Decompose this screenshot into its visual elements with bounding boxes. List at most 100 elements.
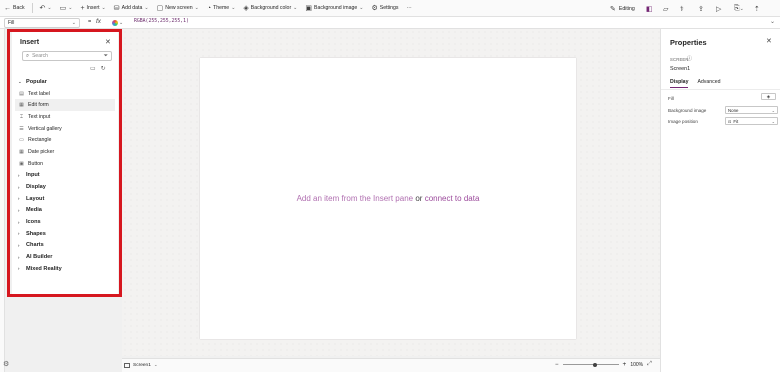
gear-icon[interactable]: ⚙: [3, 360, 9, 368]
status-bar: Screen1 ⌄ − + 100% ⤢: [122, 358, 660, 372]
background-image-label: Background image: [668, 108, 707, 113]
category-label: Charts: [26, 242, 44, 249]
close-icon[interactable]: ✕: [766, 37, 772, 45]
category-charts[interactable]: › Charts: [12, 240, 118, 252]
search-input[interactable]: [32, 53, 101, 59]
insert-pane: Insert ✕ ⌕ ⏷ ▭ ↻ ⌄ Popular ▤ Text label …: [12, 31, 118, 296]
help-icon[interactable]: ⓘ: [687, 55, 692, 62]
fill-color-button[interactable]: ◈: [761, 93, 776, 100]
fit-to-window-icon[interactable]: ⤢: [647, 361, 652, 368]
filter-icon[interactable]: ⏷: [104, 53, 108, 60]
clipboard-icon: ▭: [59, 4, 67, 12]
item-rectangle[interactable]: ▭ Rectangle: [12, 134, 118, 146]
item-date-picker[interactable]: ▦ Date picker: [12, 146, 118, 158]
properties-pane: Properties ✕ SCREEN ⓘ Screen1 Display Ad…: [660, 29, 780, 372]
image-position-value: Fit: [733, 118, 739, 124]
theme-button[interactable]: ◔ Theme ⌄: [203, 0, 240, 17]
equals-sign: =: [88, 19, 92, 25]
close-icon[interactable]: ✕: [105, 38, 111, 46]
plus-icon: +: [80, 4, 85, 12]
chevron-down-icon: ⌄: [739, 5, 744, 12]
divider: [661, 89, 780, 90]
category-label: Shapes: [26, 230, 46, 237]
item-button[interactable]: ▣ Button: [12, 158, 118, 170]
background-image-select[interactable]: None ⌄: [725, 106, 778, 114]
editing-toggle[interactable]: ✎ Editing: [610, 0, 635, 17]
category-input[interactable]: › Input: [12, 170, 118, 182]
background-image-button[interactable]: ▣ Background image ⌄: [301, 0, 367, 17]
zoom-out-button[interactable]: −: [555, 362, 559, 368]
item-text-label[interactable]: ▤ Text label: [12, 88, 118, 100]
item-label: Button: [28, 160, 43, 167]
screen-tab[interactable]: Screen1 ⌄: [124, 362, 158, 368]
tab-advanced[interactable]: Advanced: [697, 79, 720, 88]
chevron-down-icon: ⌄: [771, 107, 775, 113]
background-color-button[interactable]: ◈ Background color ⌄: [239, 0, 301, 17]
gear-icon: ⚙: [371, 4, 378, 12]
item-label: Vertical gallery: [28, 125, 62, 132]
preview-button[interactable]: ▷: [716, 0, 721, 17]
category-popular[interactable]: ⌄ Popular: [12, 76, 118, 88]
fx-icon[interactable]: fx: [96, 18, 101, 25]
health-button[interactable]: ⚕: [680, 0, 684, 17]
screen-tab-label: Screen1: [133, 362, 151, 368]
add-data-button[interactable]: ⛁ Add data ⌄: [110, 0, 153, 17]
chevron-down-icon: ⌄: [771, 118, 775, 124]
zoom-slider-thumb[interactable]: [593, 362, 598, 367]
back-button[interactable]: ← Back: [0, 0, 29, 17]
clipboard-button[interactable]: ▭ ⌄: [56, 0, 77, 17]
search-box[interactable]: ⌕ ⏷: [22, 51, 112, 61]
more-button[interactable]: ···: [403, 0, 416, 17]
screen-canvas[interactable]: Add an item from the Insert pane or conn…: [200, 58, 576, 339]
item-text-input[interactable]: ⌶ Text input: [12, 111, 118, 123]
paint-bucket-icon: ◈: [243, 4, 249, 12]
properties-tabs: Display Advanced: [670, 79, 721, 88]
new-screen-button[interactable]: ▢ New screen ⌄: [153, 0, 203, 17]
publish-button[interactable]: ⇡: [754, 0, 760, 17]
chevron-right-icon: ›: [18, 207, 20, 213]
paint-bucket-icon: ◈: [766, 93, 771, 99]
color-picker[interactable]: ⌄: [112, 19, 128, 27]
refresh-icon[interactable]: ↻: [101, 65, 106, 72]
zoom-in-button[interactable]: +: [623, 361, 627, 368]
category-layout[interactable]: › Layout: [12, 193, 118, 205]
expand-formula-icon[interactable]: ⌄: [770, 18, 775, 25]
chevron-right-icon: ›: [18, 242, 20, 248]
divider: [31, 3, 33, 13]
category-shapes[interactable]: › Shapes: [12, 228, 118, 240]
save-button[interactable]: ⎘ ⌄: [734, 0, 744, 17]
property-dropdown[interactable]: Fill ⌄: [4, 18, 80, 28]
chevron-right-icon: ›: [18, 219, 20, 225]
category-mixed-reality[interactable]: › Mixed Reality: [12, 263, 118, 275]
category-display[interactable]: › Display: [12, 181, 118, 193]
tab-display[interactable]: Display: [670, 79, 689, 88]
settings-label: Settings: [379, 5, 399, 11]
connect-to-data-link[interactable]: connect to data: [425, 194, 480, 203]
share-icon: ⇪: [698, 5, 704, 13]
back-label: Back: [13, 5, 25, 11]
undo-button[interactable]: ↶ ⌄: [36, 0, 56, 17]
image-position-select[interactable]: ⊡ Fit ⌄: [725, 117, 778, 125]
camera-icon[interactable]: ▭: [90, 65, 96, 72]
chevron-down-icon: ⌄: [47, 5, 52, 11]
category-label: Media: [26, 207, 42, 214]
text-label-icon: ▤: [19, 90, 24, 97]
settings-button[interactable]: ⚙ Settings: [367, 0, 402, 17]
control-type-label: SCREEN: [670, 57, 689, 62]
item-label: Text input: [28, 113, 51, 120]
chevron-down-icon: ⌄: [153, 362, 158, 367]
insert-button[interactable]: + Insert ⌄: [76, 0, 109, 17]
stethoscope-icon: ⚕: [680, 5, 684, 13]
zoom-slider[interactable]: [562, 362, 619, 367]
tree-view-button[interactable]: ◧: [646, 0, 653, 17]
editing-label: Editing: [618, 5, 635, 12]
fit-icon: ⊡: [728, 118, 732, 124]
item-vertical-gallery[interactable]: ☰ Vertical gallery: [12, 123, 118, 135]
item-edit-form[interactable]: ▦ Edit form: [15, 99, 115, 112]
share-button[interactable]: ⇪: [698, 0, 704, 17]
comments-button[interactable]: ▱: [663, 0, 668, 17]
category-icons[interactable]: › Icons: [12, 216, 118, 228]
formula-input[interactable]: RGBA(255,255,255,1): [134, 19, 189, 24]
category-ai-builder[interactable]: › AI Builder: [12, 251, 118, 263]
category-media[interactable]: › Media: [12, 205, 118, 217]
